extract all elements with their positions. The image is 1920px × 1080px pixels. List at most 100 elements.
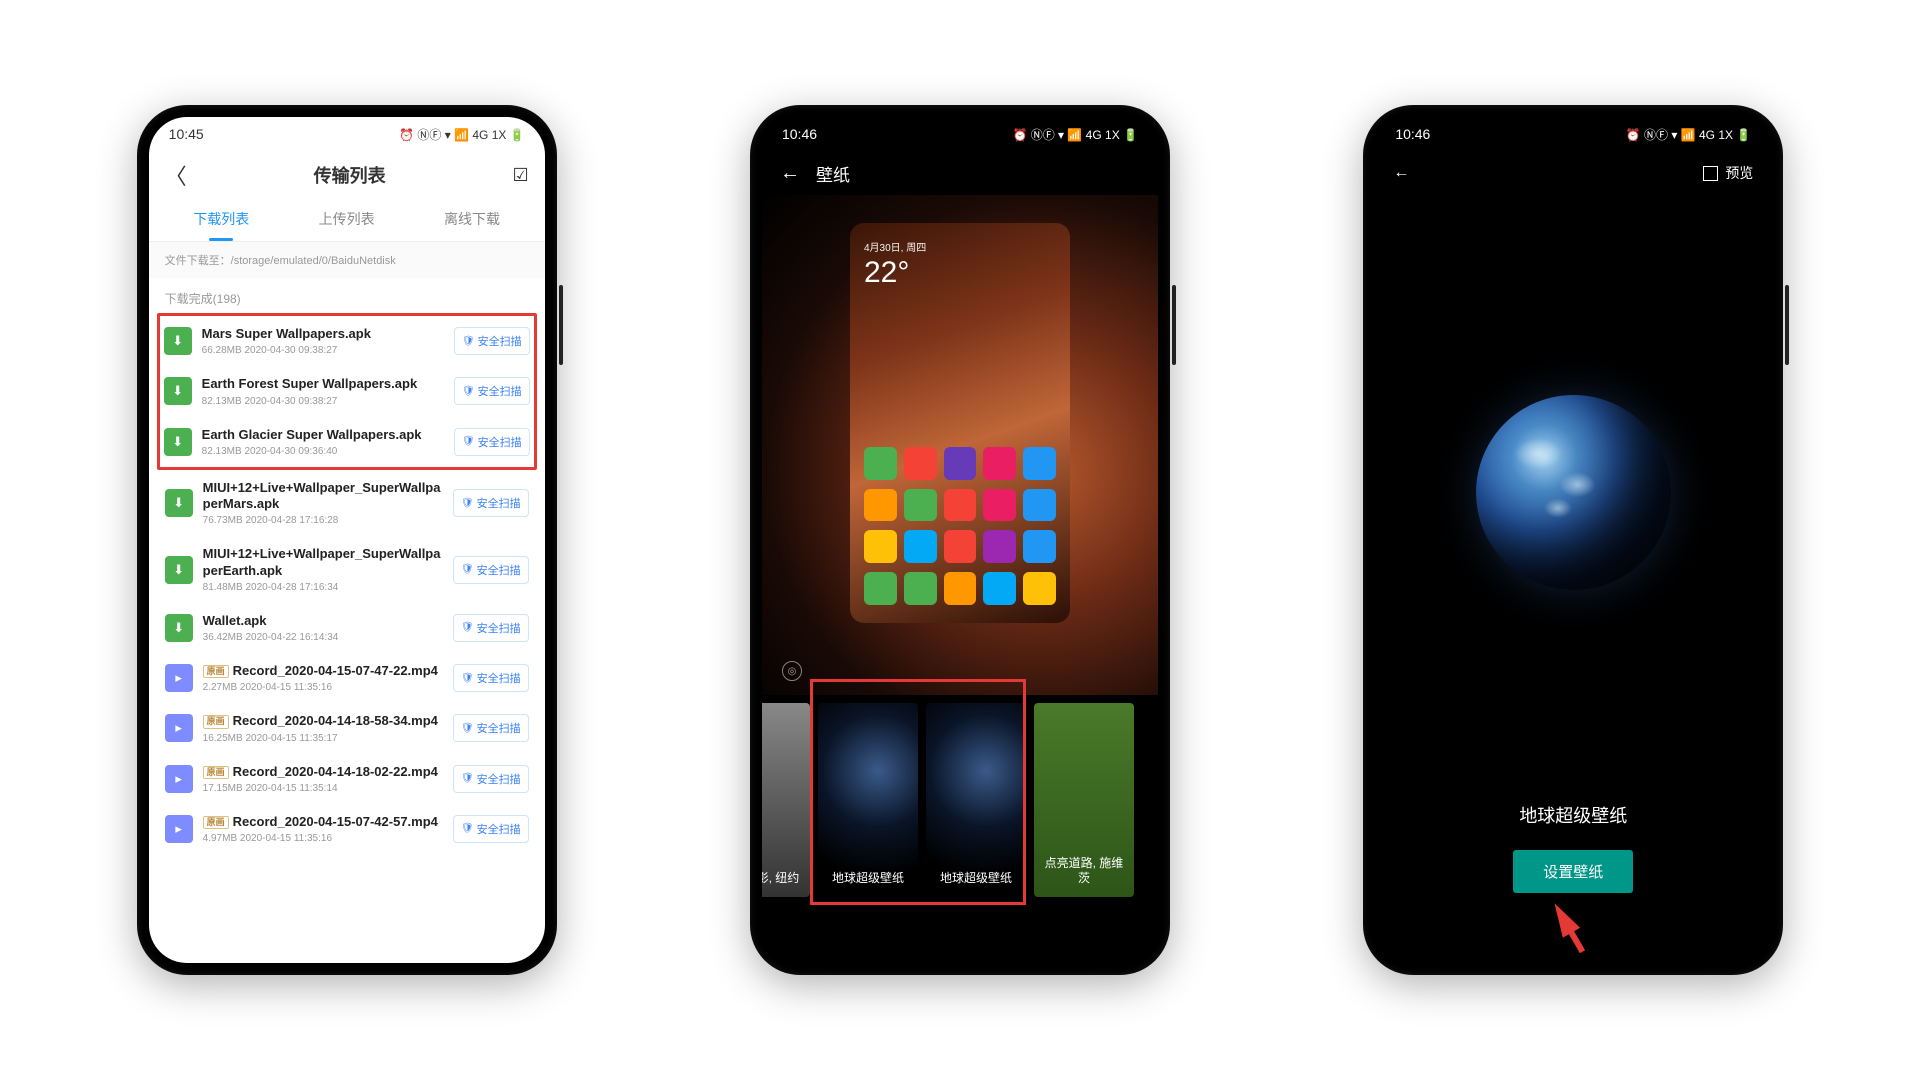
video-icon: ▸ [165, 765, 193, 793]
tab-upload-list[interactable]: 上传列表 [284, 199, 409, 241]
tab-download-list[interactable]: 下载列表 [159, 199, 284, 241]
apk-icon: ⬇ [165, 614, 193, 642]
app-icon [944, 489, 977, 522]
app-icon [864, 447, 897, 480]
scan-button[interactable]: 安全扫描 [453, 815, 529, 843]
file-name: Earth Forest Super Wallpapers.apk [202, 376, 444, 392]
scan-button[interactable]: 安全扫描 [454, 327, 530, 355]
scan-button[interactable]: 安全扫描 [453, 664, 529, 692]
app-icon [944, 530, 977, 563]
app-icon [1023, 489, 1056, 522]
preview-toggle[interactable]: 预览 [1703, 163, 1753, 183]
apk-icon: ⬇ [165, 489, 193, 517]
app-icon [904, 489, 937, 522]
download-path-info: 文件下载至：/storage/emulated/0/BaiduNetdisk [149, 242, 545, 278]
file-meta: 82.13MB 2020-04-30 09:36:40 [202, 446, 444, 457]
file-meta: 16.25MB 2020-04-15 11:35:17 [203, 733, 443, 744]
status-icons: ⏰ ⓃⒻ ▾ 📶 4G 1X 🔋 [1626, 126, 1752, 143]
page-title: 传输列表 [314, 162, 386, 188]
app-icon [1023, 530, 1056, 563]
back-icon[interactable]: ← [780, 162, 800, 185]
scan-button[interactable]: 安全扫描 [453, 765, 529, 793]
page-title: 壁纸 [816, 161, 850, 186]
file-item[interactable]: ⬇ Wallet.apk 36.42MB 2020-04-22 16:14:34… [161, 603, 533, 653]
file-meta: 4.97MB 2020-04-15 11:35:16 [203, 833, 443, 844]
file-meta: 66.28MB 2020-04-30 09:38:27 [202, 345, 444, 356]
tab-offline-download[interactable]: 离线下载 [409, 199, 534, 241]
app-grid [864, 447, 1056, 605]
earth-planet-graphic [1476, 395, 1671, 590]
file-meta: 76.73MB 2020-04-28 17:16:28 [203, 515, 443, 526]
app-icon [983, 572, 1016, 605]
file-meta: 2.27MB 2020-04-15 11:35:16 [203, 682, 443, 693]
status-bar: 10:46 ⏰ ⓃⒻ ▾ 📶 4G 1X 🔋 [762, 117, 1158, 151]
screen-wallpaper-detail: 10:46 ⏰ ⓃⒻ ▾ 📶 4G 1X 🔋 ← 预览 地球超级壁纸 设置壁纸 [1375, 117, 1771, 963]
file-item[interactable]: ⬇ Earth Forest Super Wallpapers.apk 82.1… [160, 366, 534, 416]
screen-download-list: 10:45 ⏰ ⓃⒻ ▾ 📶 4G 1X 🔋 〈 传输列表 ☑ 下载列表 上传列… [149, 117, 545, 963]
highlight-box: ⬇ Mars Super Wallpapers.apk 66.28MB 2020… [157, 313, 537, 470]
tabs: 下载列表 上传列表 离线下载 [149, 199, 545, 242]
screen-wallpaper-picker: 10:46 ⏰ ⓃⒻ ▾ 📶 4G 1X 🔋 ← 壁纸 4月30日, 周四 22… [762, 117, 1158, 963]
scan-button[interactable]: 安全扫描 [454, 428, 530, 456]
set-wallpaper-button[interactable]: 设置壁纸 [1513, 850, 1633, 893]
wallpaper-stage[interactable] [1375, 195, 1771, 790]
file-name: MIUI+12+Live+Wallpaper_SuperWallpaperEar… [203, 546, 443, 579]
phone-1: 10:45 ⏰ ⓃⒻ ▾ 📶 4G 1X 🔋 〈 传输列表 ☑ 下载列表 上传列… [137, 105, 557, 975]
wallpaper-thumb-earth-2[interactable]: 地球超级壁纸 [926, 703, 1026, 897]
file-name: 原画Record_2020-04-15-07-47-22.mp4 [203, 663, 443, 679]
app-icon [944, 447, 977, 480]
video-icon: ▸ [165, 714, 193, 742]
scan-button[interactable]: 安全扫描 [453, 714, 529, 742]
app-icon [1023, 447, 1056, 480]
file-item[interactable]: ⬇ Earth Glacier Super Wallpapers.apk 82.… [160, 417, 534, 467]
file-item[interactable]: ⬇ Mars Super Wallpapers.apk 66.28MB 2020… [160, 316, 534, 366]
file-item[interactable]: ▸ 原画Record_2020-04-14-18-02-22.mp4 17.15… [161, 754, 533, 804]
app-icon [864, 489, 897, 522]
apk-icon: ⬇ [164, 327, 192, 355]
file-name: Wallet.apk [203, 613, 443, 629]
scan-button[interactable]: 安全扫描 [453, 614, 529, 642]
wallpaper-thumb-road[interactable]: 点亮道路, 施维茨 [1034, 703, 1134, 897]
status-icons: ⏰ ⓃⒻ ▾ 📶 4G 1X 🔋 [1012, 126, 1138, 143]
file-item[interactable]: ▸ 原画Record_2020-04-14-18-58-34.mp4 16.25… [161, 703, 533, 753]
apk-icon: ⬇ [165, 556, 193, 584]
file-name: 原画Record_2020-04-15-07-42-57.mp4 [203, 814, 443, 830]
scan-button[interactable]: 安全扫描 [454, 377, 530, 405]
back-icon[interactable]: 〈 [165, 159, 187, 191]
checkbox-icon [1703, 166, 1718, 181]
header: ← 预览 [1375, 151, 1771, 195]
phone-2: 10:46 ⏰ ⓃⒻ ▾ 📶 4G 1X 🔋 ← 壁纸 4月30日, 周四 22… [750, 105, 1170, 975]
file-meta: 36.42MB 2020-04-22 16:14:34 [203, 632, 443, 643]
wallpaper-strip[interactable]: 城市剪影, 纽约 地球超级壁纸 地球超级壁纸 点亮道路, 施维茨 [762, 695, 1158, 905]
phone-3: 10:46 ⏰ ⓃⒻ ▾ 📶 4G 1X 🔋 ← 预览 地球超级壁纸 设置壁纸 [1363, 105, 1783, 975]
scan-button[interactable]: 安全扫描 [453, 556, 529, 584]
select-mode-icon[interactable]: ☑ [513, 165, 529, 186]
video-icon: ▸ [165, 815, 193, 843]
section-completed: 下载完成(198) [149, 278, 545, 313]
wallpaper-thumb-city[interactable]: 城市剪影, 纽约 [762, 703, 810, 897]
status-time: 10:46 [1395, 126, 1625, 142]
app-icon [864, 530, 897, 563]
file-meta: 81.48MB 2020-04-28 17:16:34 [203, 582, 443, 593]
app-icon [904, 447, 937, 480]
status-bar: 10:45 ⏰ ⓃⒻ ▾ 📶 4G 1X 🔋 [149, 117, 545, 151]
file-name: MIUI+12+Live+Wallpaper_SuperWallpaperMar… [203, 480, 443, 513]
file-item[interactable]: ▸ 原画Record_2020-04-15-07-47-22.mp4 2.27M… [161, 653, 533, 703]
scan-button[interactable]: 安全扫描 [453, 489, 529, 517]
camera-icon[interactable]: ◎ [782, 661, 802, 681]
wallpaper-thumb-earth-1[interactable]: 地球超级壁纸 [818, 703, 918, 897]
file-meta: 17.15MB 2020-04-15 11:35:14 [203, 783, 443, 794]
file-name: Mars Super Wallpapers.apk [202, 326, 444, 342]
file-item[interactable]: ⬇ MIUI+12+Live+Wallpaper_SuperWallpaperM… [161, 470, 533, 537]
file-item[interactable]: ⬇ MIUI+12+Live+Wallpaper_SuperWallpaperE… [161, 536, 533, 603]
homescreen-preview[interactable]: 4月30日, 周四 22° [850, 223, 1070, 623]
arrow-annotation-icon [1546, 898, 1580, 937]
wallpaper-title: 地球超级壁纸 [1375, 802, 1771, 828]
file-name: 原画Record_2020-04-14-18-58-34.mp4 [203, 713, 443, 729]
file-item[interactable]: ▸ 原画Record_2020-04-15-07-42-57.mp4 4.97M… [161, 804, 533, 854]
header: ← 壁纸 [762, 151, 1158, 195]
back-icon[interactable]: ← [1393, 164, 1409, 182]
apk-icon: ⬇ [164, 428, 192, 456]
video-icon: ▸ [165, 664, 193, 692]
file-meta: 82.13MB 2020-04-30 09:38:27 [202, 396, 444, 407]
